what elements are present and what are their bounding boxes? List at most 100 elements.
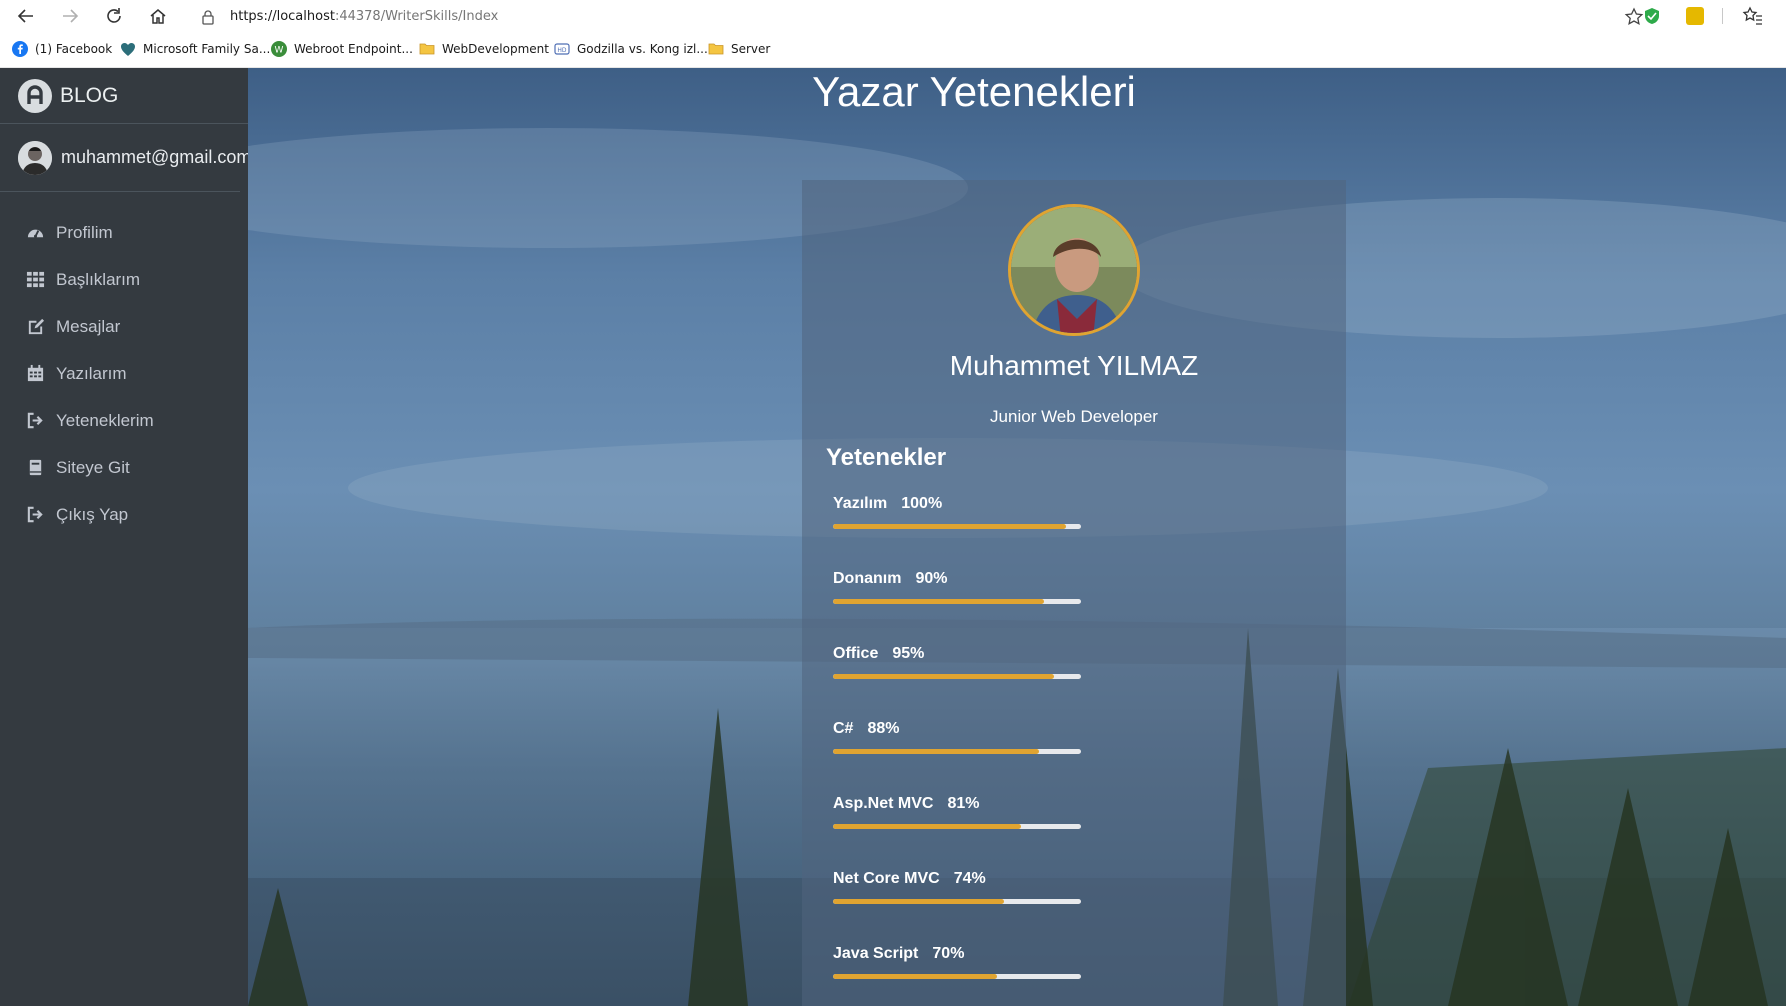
skill-percent: 81% [947,795,980,812]
skill-progress-bar [833,899,1081,904]
skill-progress-bar [833,599,1081,604]
sidebar-item-label: Yazılarım [56,363,127,383]
address-bar[interactable]: https://localhost:44378/WriterSkills/Ind… [186,3,1656,30]
bookmark-webdevelopment[interactable]: WebDevelopment [419,41,549,57]
sidebar-item-profilim[interactable]: Profilim [0,209,248,256]
bookmark-label: WebDevelopment [442,42,549,56]
bookmark-microsoft-family[interactable]: Microsoft Family Sa... [120,41,270,57]
forward-arrow-icon [63,9,79,23]
profile-avatar [1008,204,1140,336]
add-favorite-star-icon[interactable] [1624,7,1644,27]
skill-progress-fill [833,974,997,979]
sidebar: BLOG muhammet@gmail.com Profilim Başlıkl… [0,68,251,1006]
favorites-icon[interactable] [1742,5,1764,27]
svg-text:HD: HD [557,47,567,54]
skill-progress-fill [833,524,1067,529]
sidebar-item-yeteneklerim[interactable]: Yeteneklerim [0,397,248,444]
user-panel[interactable]: muhammet@gmail.com [0,124,251,192]
folder-icon [419,43,435,55]
home-button[interactable] [146,4,170,28]
bookmark-server[interactable]: Server [708,41,770,57]
brand-text: BLOG [60,83,119,107]
bookmark-webroot[interactable]: W Webroot Endpoint... [271,41,413,57]
bookmarks-bar: (1) Facebook Microsoft Family Sa... W We… [0,32,1786,68]
back-arrow-icon [17,9,33,23]
sign-out-icon [25,411,45,431]
url-host: https://localhost [230,9,335,24]
svg-text:W: W [275,46,284,56]
skill-name: Donanım [833,570,902,587]
skill-percent: 100% [901,495,943,512]
calendar-icon [25,364,45,384]
sidebar-item-label: Çıkış Yap [56,504,129,524]
sidebar-item-label: Yeteneklerim [56,410,154,430]
skill-percent: 95% [892,645,925,662]
skill-item: C# 88% [833,720,1081,780]
skill-label: C# 88% [833,720,1081,738]
skill-label: Asp.Net MVC 81% [833,795,1081,813]
sidebar-item-label: Başlıklarım [56,269,141,289]
skill-progress-fill [833,749,1039,754]
skill-label: Net Core MVC 74% [833,870,1081,888]
hd-icon: HD [554,43,570,55]
sidebar-item-mesajlar[interactable]: Mesajlar [0,303,248,350]
skill-item: Net Core MVC 74% [833,870,1081,930]
lock-icon [202,9,214,25]
reload-button[interactable] [102,4,126,28]
skill-progress-bar [833,974,1081,979]
profile-role: Junior Web Developer [990,407,1158,426]
facebook-icon [12,41,28,57]
yellow-extension-icon[interactable] [1686,7,1704,25]
url-text: https://localhost:44378/WriterSkills/Ind… [230,9,498,24]
skill-name: Java Script [833,945,919,962]
sidebar-item-label: Profilim [56,222,113,242]
microsoft-family-icon [121,43,135,56]
profile-card: Muhammet YILMAZ Junior Web Developer Yet… [802,180,1346,1006]
page-title: Yazar Yetenekleri [812,68,1136,115]
sidebar-item-cikis-yap[interactable]: Çıkış Yap [0,491,248,538]
bookmark-godzilla[interactable]: HD Godzilla vs. Kong izl... [554,41,708,57]
bookmark-label: Server [731,42,771,56]
forward-button[interactable] [58,4,82,28]
skill-progress-bar [833,749,1081,754]
sidebar-item-label: Mesajlar [56,316,121,336]
skill-progress-bar [833,674,1081,679]
sidebar-item-yazilarim[interactable]: Yazılarım [0,350,248,397]
brand-link[interactable]: BLOG [0,68,248,124]
skill-percent: 88% [867,720,900,737]
bookmark-facebook[interactable]: (1) Facebook [12,41,112,57]
skill-name: C# [833,720,854,737]
profile-name: Muhammet YILMAZ [949,350,1199,381]
skill-label: Donanım 90% [833,570,1081,588]
skill-name: Yazılım [833,495,888,512]
skill-percent: 70% [932,945,965,962]
grid-icon [25,270,45,290]
sidebar-item-label: Siteye Git [56,457,130,477]
dashboard-icon [25,223,45,243]
home-icon [150,9,166,24]
skill-name: Office [833,645,879,662]
skill-label: Office 95% [833,645,1081,663]
skill-progress-fill [833,899,1005,904]
app-window: BLOG muhammet@gmail.com Profilim Başlıkl… [0,68,1786,1006]
sign-out-icon [25,505,45,525]
main-content: Yazar Yetenekleri Muhammet YILMAZ Junior… [248,68,1786,1006]
back-button[interactable] [14,4,38,28]
sidebar-item-siteye-git[interactable]: Siteye Git [0,444,248,491]
reload-icon [107,8,121,23]
brand-logo-icon [18,78,52,113]
bookmark-label: Webroot Endpoint... [294,42,413,56]
url-path: :44378/WriterSkills/Index [334,9,499,24]
shield-extension-icon[interactable] [1643,7,1661,25]
skill-item: Yazılım 100% [833,495,1081,555]
sidebar-item-basliklarim[interactable]: Başlıklarım [0,256,248,303]
browser-toolbar: https://localhost:44378/WriterSkills/Ind… [0,0,1786,32]
skill-item: Java Script 70% [833,945,1081,1005]
toolbar-divider [1722,8,1723,24]
skill-progress-fill [833,824,1022,829]
skill-item: Asp.Net MVC 81% [833,795,1081,855]
skill-item: Donanım 90% [833,570,1081,630]
skills-title: Yetenekler [826,444,947,471]
skill-progress-bar [833,524,1081,529]
bookmark-label: Godzilla vs. Kong izl... [577,42,708,56]
